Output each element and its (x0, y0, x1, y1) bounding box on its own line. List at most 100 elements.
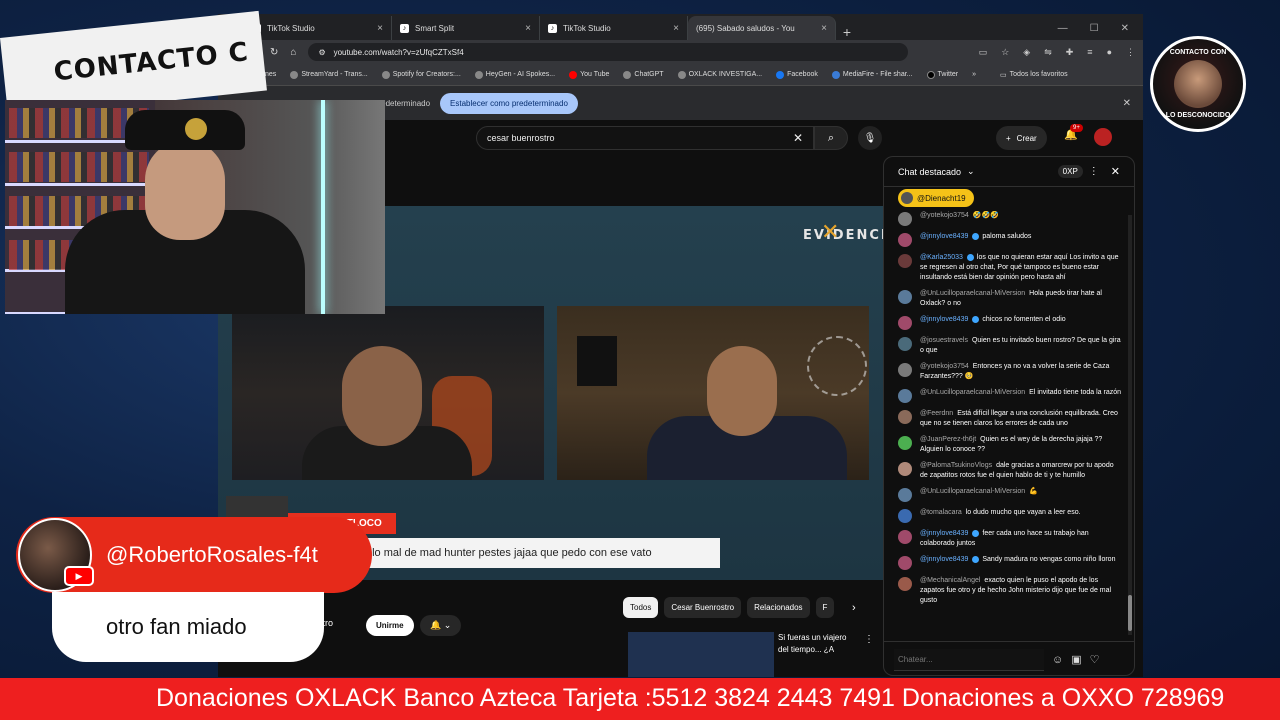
home-icon[interactable]: ⌂ (290, 47, 296, 58)
bookmark-youtube[interactable]: You Tube (569, 70, 609, 79)
create-button[interactable]: + Crear (996, 126, 1047, 150)
avatar[interactable] (898, 316, 912, 330)
bookmark-chatgpt[interactable]: ChatGPT (623, 70, 664, 79)
chat-input[interactable] (894, 648, 1044, 671)
bookmark-mediafire[interactable]: MediaFire - File shar... (831, 70, 913, 79)
recommended-title[interactable]: Si fueras un viajero del tiempo... ¿A (778, 632, 846, 656)
chat-author[interactable]: @yotekojo3754 (920, 363, 969, 370)
recommended-menu-icon[interactable]: ⋮ (864, 634, 874, 645)
tab-close-icon[interactable]: × (377, 23, 383, 34)
emoji-icon[interactable]: ☺ (1052, 654, 1063, 666)
bookmark-star-icon[interactable]: ☆ (1001, 47, 1009, 58)
tab-close-icon[interactable]: × (525, 23, 531, 34)
avatar[interactable] (898, 337, 912, 351)
minimize-icon[interactable]: — (1058, 23, 1068, 34)
avatar[interactable] (898, 254, 912, 268)
chat-author[interactable]: @yotekojo3754 (920, 212, 969, 219)
tab-youtube[interactable]: ▶ (695) Sabado saludos - You × (218, 16, 836, 129)
avatar[interactable] (898, 556, 912, 570)
reload-icon[interactable]: ↻ (270, 47, 278, 58)
recommended-thumbnail[interactable] (628, 632, 774, 677)
search-input[interactable]: cesar buenrostro ✕ (476, 126, 814, 150)
set-default-button[interactable]: Establecer como predeterminado (440, 92, 578, 114)
more-bookmarks-button[interactable]: » (972, 71, 976, 78)
super-chat-icon[interactable]: ▣ (1071, 653, 1081, 666)
translate-icon[interactable]: ⇋ (1044, 47, 1052, 58)
chat-menu-icon[interactable]: ⋮ (1089, 166, 1099, 177)
chip-todos[interactable]: Todos (623, 597, 659, 618)
tab-close-icon[interactable]: × (821, 23, 827, 34)
account-avatar[interactable] (1094, 128, 1112, 146)
chat-message[interactable]: @PalomaTsukinoVlogs dale gracias a omarcr… (898, 461, 1122, 481)
chat-author[interactable]: @jnnylove8439 (920, 316, 968, 323)
chat-author[interactable]: @josuestravels (920, 337, 968, 344)
chat-message[interactable]: @yotekojo3754 Entonces ya no va a volver … (898, 362, 1122, 382)
join-button[interactable]: Unirme (366, 615, 414, 636)
chat-author[interactable]: @jnnylove8439 (920, 556, 968, 563)
chat-message[interactable]: @UnLucilloparaelcanal-MiVersion 💪 (898, 487, 1122, 502)
infobar-close-icon[interactable]: ✕ (1123, 98, 1131, 109)
chat-message[interactable]: @UnLucilloparaelcanal-MiVersion El invita… (898, 388, 1122, 403)
bookmark-oxlack[interactable]: OXLACK INVESTIGA... (677, 70, 762, 79)
cast-icon[interactable]: ▭ (979, 47, 988, 58)
avatar[interactable] (898, 462, 912, 476)
pinned-user-chip[interactable]: @Dienacht19 (898, 189, 974, 207)
bookmark-spotify[interactable]: Spotify for Creators:... (381, 70, 461, 79)
profile-icon[interactable]: ● (1107, 47, 1112, 58)
chat-message[interactable]: @jnnylove8439 feer cada uno hace su traba… (898, 529, 1122, 549)
new-tab-button[interactable]: + (836, 24, 858, 40)
bookmark-heygen[interactable]: HeyGen - AI Spokes... (474, 70, 555, 79)
avatar[interactable] (898, 233, 912, 247)
chat-author[interactable]: @UnLucilloparaelcanal-MiVersion (920, 290, 1025, 297)
chat-scrollbar[interactable] (1128, 215, 1132, 635)
tab-close-icon[interactable]: × (673, 23, 679, 34)
heart-icon[interactable]: ♡ (1090, 653, 1100, 666)
site-info-icon[interactable]: ⚙ (318, 48, 325, 57)
avatar[interactable] (898, 290, 912, 304)
chat-message[interactable]: @JuanPerez-th6jt Quien es el wey de la de… (898, 435, 1122, 455)
avatar[interactable] (898, 410, 912, 424)
bookmark-streamyard[interactable]: StreamYard - Trans... (290, 70, 368, 79)
tab-tiktok-studio-1[interactable]: ♪ TikTok Studio × (244, 16, 392, 40)
chat-author[interactable]: @jnnylove8439 (920, 530, 968, 537)
chat-author[interactable]: @Feerdnn (920, 410, 953, 417)
chat-author[interactable]: @UnLucilloparaelcanal-MiVersion (920, 389, 1025, 396)
all-bookmarks[interactable]: ▭ Todos los favoritos (1000, 71, 1068, 79)
avatar[interactable] (898, 577, 912, 591)
tab-smart-split[interactable]: ♪ Smart Split × (392, 16, 540, 40)
avatar[interactable] (898, 389, 912, 403)
avatar[interactable] (898, 488, 912, 502)
chat-author[interactable]: @PalomaTsukinoVlogs (920, 462, 992, 469)
chips-next-icon[interactable]: › (852, 602, 856, 614)
chat-message[interactable]: @yotekojo3754 🤣🤣🤣 (898, 211, 1122, 226)
url-field[interactable]: ⚙ youtube.com/watch?v=zUfqCZTxSf4 (308, 43, 909, 61)
chat-author[interactable]: @tomalacara (920, 509, 962, 516)
chip-relacionados[interactable]: Relacionados (747, 597, 810, 618)
xp-badge[interactable]: 0XP (1057, 165, 1083, 178)
chat-author[interactable]: @Karla25033 (920, 254, 963, 261)
extension-icon[interactable]: ◈ (1023, 47, 1030, 58)
chat-message[interactable]: @tomalacara lo dudo mucho que vayan a lee… (898, 508, 1122, 523)
bookmark-facebook[interactable]: Facebook (776, 70, 818, 79)
chip-cesar-buenrostro[interactable]: Cesar Buenrostro (664, 597, 742, 618)
maximize-icon[interactable]: ☐ (1090, 23, 1099, 34)
reading-list-icon[interactable]: ≡ (1087, 47, 1092, 58)
avatar[interactable] (898, 509, 912, 523)
chat-message[interactable]: @MechanicalAngel exacto quien le puso el … (898, 576, 1122, 606)
tab-tiktok-studio-2[interactable]: ♪ TikTok Studio × (540, 16, 688, 40)
voice-search-button[interactable]: 🎙 (858, 126, 882, 150)
chat-author[interactable]: @MechanicalAngel (920, 577, 980, 584)
chat-mode-select[interactable]: Chat destacado (898, 167, 961, 177)
bookmark-twitter[interactable]: Twitter (926, 70, 958, 79)
chat-author[interactable]: @JuanPerez-th6jt (920, 436, 976, 443)
avatar[interactable] (898, 530, 912, 544)
scrollbar-thumb[interactable] (1128, 595, 1132, 631)
chat-message[interactable]: @jnnylove8439 paloma saludos (898, 232, 1122, 247)
chat-message[interactable]: @jnnylove8439 chicos no fomenten el odio (898, 315, 1122, 330)
chevron-down-icon[interactable]: ⌄ (967, 166, 975, 177)
subscription-bell-button[interactable]: 🔔 ⌄ (420, 615, 462, 636)
menu-dots-icon[interactable]: ⋮ (1126, 47, 1135, 58)
chat-message[interactable]: @josuestravels Quien es tu invitado buen … (898, 336, 1122, 356)
chat-messages[interactable]: @yotekojo3754 🤣🤣🤣 @jnnylove8439 paloma salu… (884, 211, 1126, 641)
chip-more[interactable]: F (815, 597, 835, 618)
